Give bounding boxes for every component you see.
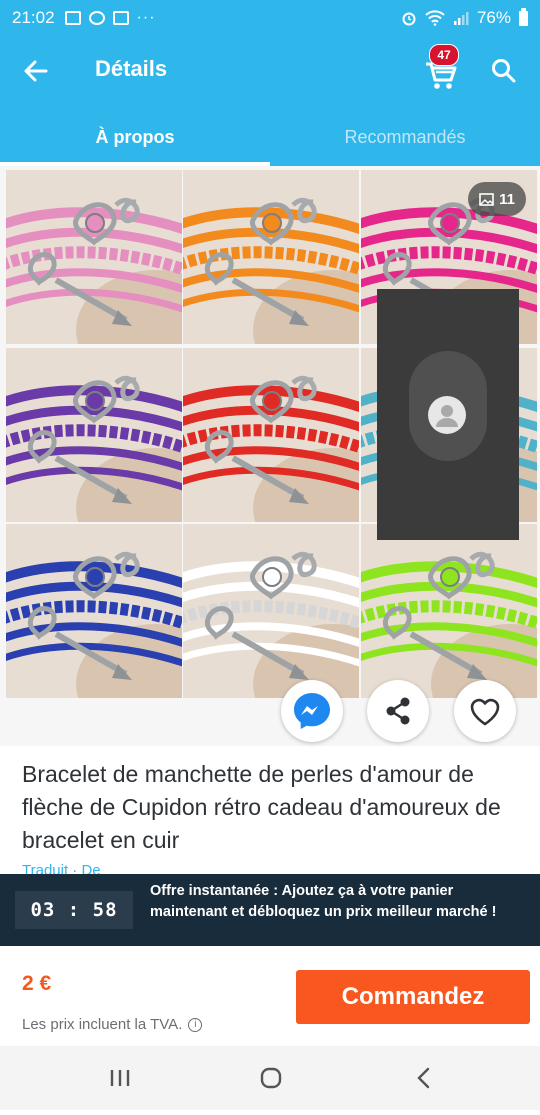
purchase-bar: 2 € Les prix incluent la TVA. i Commande…: [0, 946, 540, 1046]
user-avatar-icon: [428, 396, 466, 434]
search-button[interactable]: [484, 51, 524, 91]
vat-text: Les prix incluent la TVA.: [22, 1016, 183, 1033]
bracelet-image[interactable]: [6, 524, 182, 698]
product-price: 2 €: [22, 972, 52, 995]
tab-recommandes[interactable]: Recommandés: [270, 106, 540, 166]
bracelet-image[interactable]: [183, 524, 359, 698]
messenger-icon: [294, 693, 330, 729]
system-navigation-bar: [0, 1046, 540, 1110]
gallery-icon: [64, 11, 81, 25]
clock: 21:02: [12, 8, 55, 27]
search-icon: [492, 59, 516, 83]
image-count: 11: [499, 190, 515, 208]
messenger-icon: [88, 11, 105, 25]
battery-icon: [519, 7, 528, 26]
back-button[interactable]: [16, 51, 56, 91]
heart-icon: [470, 698, 500, 726]
instant-offer-banner[interactable]: 03 : 58 Offre instantanée : Ajoutez ça à…: [0, 874, 540, 946]
cart-badge: 47: [429, 44, 459, 66]
vat-note: Les prix incluent la TVA. i: [22, 1016, 203, 1033]
offer-text: Offre instantanée : Ajoutez ça à votre p…: [150, 883, 497, 920]
order-button[interactable]: Commandez: [296, 970, 530, 1024]
tab-bar: À propos Recommandés: [0, 106, 540, 166]
status-bar: 21:02 ··· 76%: [0, 0, 540, 36]
facebook-icon: [112, 11, 129, 25]
more-dots-icon: ···: [136, 9, 156, 26]
bracelet-image[interactable]: [183, 348, 359, 522]
share-icon: [386, 697, 410, 725]
image-icon: [479, 192, 494, 206]
bracelet-image[interactable]: [361, 524, 537, 698]
home-icon: [260, 1067, 282, 1089]
battery-percent: 76%: [476, 8, 511, 27]
bracelet-image[interactable]: [183, 170, 359, 344]
page-title: Détails: [95, 56, 168, 81]
bracelet-image[interactable]: [6, 170, 182, 344]
tab-a-propos[interactable]: À propos: [0, 106, 270, 166]
image-count-badge[interactable]: 11: [468, 182, 526, 216]
back-nav-button[interactable]: [378, 1046, 468, 1110]
recent-apps-button[interactable]: [76, 1046, 166, 1110]
wishlist-button[interactable]: [454, 680, 516, 742]
bracelet-image[interactable]: [6, 348, 182, 522]
countdown-timer: 03 : 58: [15, 891, 133, 929]
signal-icon: [453, 12, 469, 25]
recent-apps-icon: [110, 1070, 130, 1086]
arrow-left-icon: [24, 60, 48, 82]
home-button[interactable]: [226, 1046, 316, 1110]
share-button[interactable]: [367, 680, 429, 742]
product-title: Bracelet de manchette de perles d'amour …: [22, 761, 501, 853]
video-call-overlay[interactable]: [377, 289, 519, 540]
info-icon[interactable]: i: [188, 1017, 203, 1032]
messenger-share-button[interactable]: [281, 680, 343, 742]
alarm-icon: [402, 12, 416, 26]
app-bar: Détails 47: [0, 36, 540, 106]
wifi-icon: [425, 10, 445, 26]
back-icon: [417, 1067, 430, 1089]
